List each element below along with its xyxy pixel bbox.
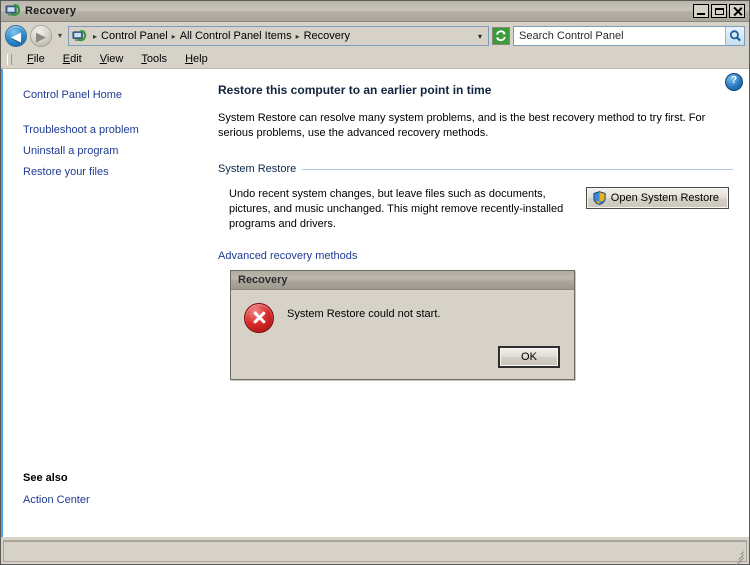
control-panel-icon — [72, 29, 87, 44]
recovery-app-icon — [5, 3, 21, 19]
group-content: Undo recent system changes, but leave fi… — [218, 175, 733, 232]
forward-arrow-icon: ▶ — [36, 28, 46, 44]
address-bar[interactable]: ▸ Control Panel ▸ All Control Panel Item… — [68, 26, 489, 46]
menu-item-help[interactable]: Help — [176, 52, 217, 66]
intro-text: System Restore can resolve many system p… — [218, 112, 706, 139]
menu-item-file[interactable]: File — [18, 52, 54, 66]
recovery-window: Recovery ◀ ▶ ▾ ▸ Control Panel ▸ All Con… — [0, 0, 750, 565]
uac-shield-icon — [593, 191, 606, 205]
open-system-restore-button[interactable]: Open System Restore — [585, 187, 729, 209]
sidebar-item-control-panel-home[interactable]: Control Panel Home — [23, 85, 208, 106]
breadcrumb-control-panel[interactable]: Control Panel — [101, 30, 168, 42]
breadcrumb-separator: ▸ — [295, 31, 300, 41]
window-title: Recovery — [25, 5, 77, 17]
window-controls — [693, 4, 745, 18]
sidebar-item-restore-your-files[interactable]: Restore your files — [23, 162, 208, 183]
group-legend-row: System Restore — [218, 163, 733, 175]
minimize-button[interactable] — [693, 4, 709, 18]
close-button[interactable] — [729, 4, 745, 18]
menu-accel: E — [62, 53, 71, 65]
maximize-button[interactable] — [711, 4, 727, 18]
menu-rest: elp — [193, 53, 208, 65]
menu-bar: File Edit View Tools Help — [1, 50, 749, 69]
breadcrumb-separator: ▸ — [171, 31, 176, 41]
recovery-error-dialog: Recovery System Restore could not start.… — [230, 270, 575, 380]
see-also-section: See also Action Center — [23, 472, 208, 537]
back-button[interactable]: ◀ — [5, 25, 27, 47]
menu-rest: ile — [33, 53, 45, 65]
back-arrow-icon: ◀ — [11, 28, 21, 44]
breadcrumb-recovery[interactable]: Recovery — [304, 30, 350, 42]
address-dropdown-icon[interactable]: ▾ — [476, 32, 486, 41]
sidebar-item-uninstall-a-program[interactable]: Uninstall a program — [23, 141, 208, 162]
dialog-body: System Restore could not start. — [231, 290, 574, 346]
search-button[interactable] — [725, 27, 744, 45]
menu-grip — [7, 53, 12, 65]
menu-accel: H — [185, 53, 194, 65]
resize-grip[interactable] — [731, 546, 745, 565]
breadcrumb-separator: ▸ — [93, 31, 98, 41]
open-system-restore-label: Open System Restore — [610, 192, 719, 204]
menu-rest: ools — [146, 53, 168, 65]
page-title: Restore this computer to an earlier poin… — [218, 83, 492, 97]
menu-accel: V — [99, 53, 107, 65]
dialog-message: System Restore could not start. — [287, 308, 441, 320]
menu-rest: iew — [106, 53, 124, 65]
window-titlebar: Recovery — [1, 1, 749, 22]
dialog-footer: OK — [231, 346, 574, 379]
sidebar-item-action-center[interactable]: Action Center — [23, 490, 208, 511]
dialog-ok-button[interactable]: OK — [498, 346, 560, 368]
search-placeholder: Search Control Panel — [519, 30, 624, 42]
navigation-bar: ◀ ▶ ▾ ▸ Control Panel ▸ All Control Pane… — [1, 22, 749, 50]
system-restore-group: System Restore Undo recent system change… — [218, 163, 733, 232]
breadcrumb-all-control-panel-items[interactable]: All Control Panel Items — [180, 30, 292, 42]
history-dropdown-icon[interactable]: ▾ — [55, 32, 65, 40]
error-icon — [244, 303, 274, 333]
dialog-titlebar: Recovery — [231, 271, 574, 290]
task-sidebar: Control Panel Home Troubleshoot a proble… — [3, 69, 208, 537]
group-divider — [302, 168, 733, 170]
menu-rest: dit — [70, 53, 82, 65]
status-bar — [3, 540, 747, 565]
sidebar-item-troubleshoot-a-problem[interactable]: Troubleshoot a problem — [23, 120, 208, 141]
see-also-heading: See also — [23, 472, 68, 484]
search-input[interactable]: Search Control Panel — [513, 26, 745, 46]
refresh-button[interactable] — [492, 27, 510, 45]
group-legend: System Restore — [218, 163, 297, 175]
menu-item-edit[interactable]: Edit — [54, 52, 91, 66]
menu-item-tools[interactable]: Tools — [132, 52, 176, 66]
menu-item-view[interactable]: View — [91, 52, 133, 66]
advanced-recovery-methods-link[interactable]: Advanced recovery methods — [218, 250, 357, 262]
forward-button[interactable]: ▶ — [30, 25, 52, 47]
menu-accel: F — [27, 53, 34, 65]
help-icon[interactable]: ? — [725, 73, 743, 91]
system-restore-description: Undo recent system changes, but leave fi… — [229, 188, 564, 230]
dialog-title: Recovery — [238, 274, 288, 286]
